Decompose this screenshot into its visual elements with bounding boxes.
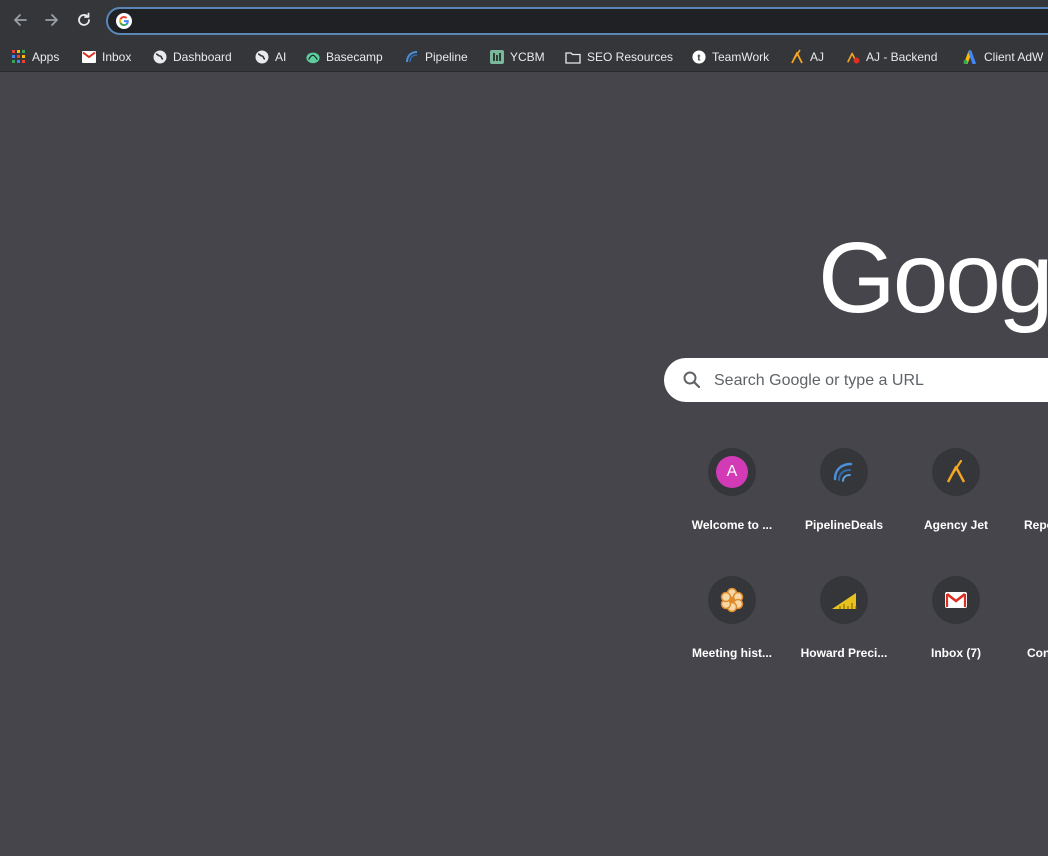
bookmark-apps[interactable]: Apps: [12, 46, 59, 68]
bookmark-ycbm[interactable]: YCBM: [490, 46, 545, 68]
teamwork-icon: t: [692, 50, 706, 64]
bookmark-label: Pipeline: [425, 50, 468, 64]
shortcut-label: Agency Jet: [923, 518, 989, 532]
reload-icon: [78, 12, 90, 26]
bookmark-label: Apps: [32, 50, 60, 64]
bookmark-label: AI: [275, 50, 287, 64]
back-arrow-icon: [14, 14, 27, 26]
reload-button[interactable]: [72, 8, 96, 32]
shortcut-icon-circle: [820, 576, 868, 624]
shortcut-label: Howard Preci...: [800, 646, 888, 660]
shortcut-icon-circle: [932, 576, 980, 624]
agency-jet-backend-icon: [846, 50, 860, 64]
globe-icon: [255, 50, 269, 64]
bookmark-client-adwords[interactable]: Client AdW: [962, 46, 1043, 68]
gmail-icon: [945, 592, 967, 608]
pipeline-icon: [405, 50, 419, 64]
google-ads-icon: [962, 50, 978, 64]
ycbm-icon: [490, 50, 504, 64]
browser-toolbar: [0, 0, 1048, 42]
bookmark-seo-resources[interactable]: SEO Resources: [565, 46, 673, 68]
bookmark-inbox[interactable]: Inbox: [82, 46, 131, 68]
shortcut-label: Con: [1027, 646, 1048, 660]
meeting-flower-icon: [720, 587, 744, 613]
shortcut-pipelinedeals[interactable]: PipelineDeals: [788, 448, 900, 560]
bookmark-aj[interactable]: AJ: [790, 46, 824, 68]
bookmark-dashboard[interactable]: Dashboard: [153, 46, 232, 68]
bookmark-label: Basecamp: [326, 50, 383, 64]
bookmark-label: YCBM: [510, 50, 545, 64]
bookmark-basecamp[interactable]: Basecamp: [306, 46, 383, 68]
search-box[interactable]: [664, 358, 1048, 402]
search-input[interactable]: [712, 368, 1048, 394]
bookmark-label: SEO Resources: [587, 50, 674, 64]
bookmark-label: AJ: [810, 50, 825, 64]
bookmark-label: TeamWork: [712, 50, 770, 64]
gmail-icon: [82, 50, 96, 64]
forward-arrow-icon: [45, 14, 58, 26]
shortcut-inbox[interactable]: Inbox (7): [900, 576, 1012, 688]
bookmark-teamwork[interactable]: t TeamWork: [692, 46, 769, 68]
shortcut-label: Repo: [1024, 518, 1048, 532]
bookmark-label: Dashboard: [173, 50, 232, 64]
bookmark-ai[interactable]: AI: [255, 46, 286, 68]
bookmark-aj-backend[interactable]: AJ - Backend: [846, 46, 937, 68]
shortcut-icon-circle: [820, 448, 868, 496]
back-button[interactable]: [8, 8, 32, 32]
shortcut-icon-circle: [932, 448, 980, 496]
google-logo: Googl: [818, 222, 1048, 334]
shortcut-meeting-history[interactable]: Meeting hist...: [676, 576, 788, 688]
shortcut-agency-jet[interactable]: Agency Jet: [900, 448, 1012, 560]
google-g-icon: [116, 13, 132, 29]
howard-ruler-icon: [832, 593, 857, 609]
agency-jet-icon: [790, 49, 804, 64]
globe-icon: [153, 50, 167, 64]
bookmarks-bar: Apps Inbox Dashboard AI Basecamp Pipelin…: [0, 42, 1048, 72]
shortcut-con[interactable]: Con: [1012, 576, 1048, 688]
address-input[interactable]: [142, 11, 1046, 33]
basecamp-icon: [306, 50, 320, 64]
shortcut-welcome[interactable]: A Welcome to ...: [676, 448, 788, 560]
bookmark-label: Inbox: [102, 50, 132, 64]
shortcut-label: Inbox (7): [931, 646, 981, 660]
search-icon: [682, 370, 702, 395]
pipelinedeals-icon: [833, 462, 853, 482]
shortcut-howard-precision[interactable]: Howard Preci...: [788, 576, 900, 688]
shortcut-icon-circle: [708, 576, 756, 624]
forward-button[interactable]: [40, 8, 64, 32]
shortcut-repo[interactable]: Repo: [1012, 448, 1048, 560]
shortcut-label: Welcome to ...: [691, 518, 773, 532]
shortcut-label: PipelineDeals: [804, 518, 884, 532]
bookmark-pipeline[interactable]: Pipeline: [405, 46, 468, 68]
avatar-a-icon: A: [716, 456, 748, 488]
folder-icon: [565, 50, 581, 64]
shortcut-icon-circle: A: [708, 448, 756, 496]
bookmark-label: Client AdW: [984, 50, 1044, 64]
shortcut-label: Meeting hist...: [691, 646, 772, 660]
agency-jet-icon: [946, 459, 966, 483]
bookmark-label: AJ - Backend: [866, 50, 938, 64]
omnibox[interactable]: [106, 7, 1048, 35]
apps-grid-icon: [12, 50, 26, 64]
